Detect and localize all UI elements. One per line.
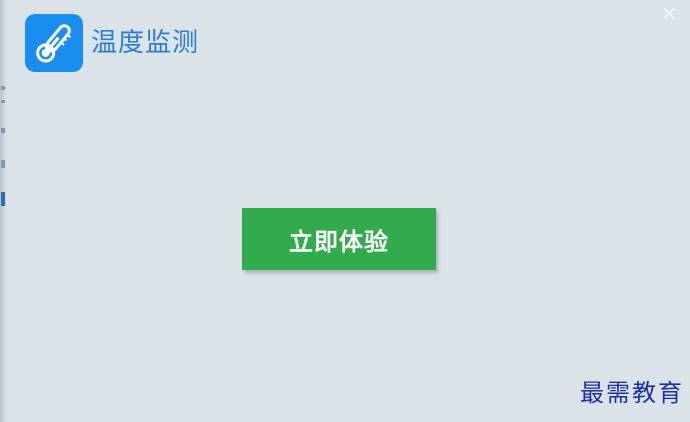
app-title: 温度监测: [91, 28, 200, 58]
close-icon: ×: [660, 1, 678, 25]
watermark: 最需教育: [580, 379, 684, 407]
thermometer-icon: [36, 24, 72, 63]
temperature-monitor-window: 温度监测 × 立即体验: [7, 0, 690, 422]
app-logo: [25, 14, 83, 72]
close-button[interactable]: ×: [660, 1, 678, 25]
try-now-button[interactable]: 立即体验: [242, 208, 436, 270]
background-window-edge: [0, 0, 7, 422]
